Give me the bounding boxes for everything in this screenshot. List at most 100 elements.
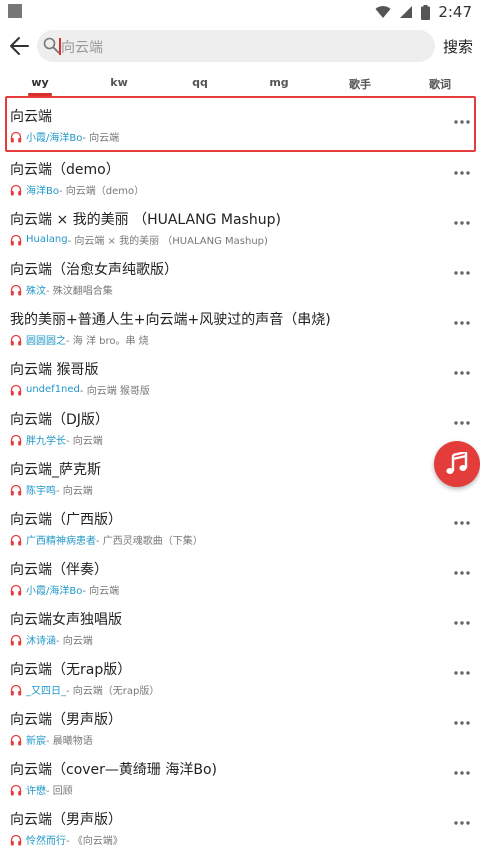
notification-icon [8, 4, 22, 18]
song-meta: 圆圆圆之 - 海 洋 bro。串 烧 [10, 332, 149, 347]
song-title: 向云端（广西版） [10, 512, 122, 528]
song-album: - 《向云端》 [66, 836, 123, 847]
song-title: 向云端（无rap版） [10, 662, 132, 678]
song-meta: 怜然而行 - 《向云端》 [10, 832, 123, 847]
song-meta: undef1ned - 向云端 猴哥版 [10, 382, 150, 397]
song-item[interactable]: 向云端（男声版） 怜然而行 - 《向云端》 [0, 802, 480, 852]
song-item[interactable]: 向云端（伴奏） 小霞/海洋Bo - 向云端 [0, 552, 480, 602]
song-title: 向云端（cover—黄绮珊 海洋Bo) [10, 762, 217, 778]
song-artist: 广西精神病患者 [26, 536, 96, 547]
song-album: - 向云端 [66, 436, 103, 447]
search-button[interactable]: 搜索 [443, 36, 473, 57]
now-playing-button[interactable] [434, 441, 480, 487]
more-options-icon[interactable] [454, 671, 470, 675]
song-item[interactable]: 向云端（治愈女声纯歌版） 殊汶 - 殊汶翻唱合集 [0, 252, 480, 302]
song-item[interactable]: 向云端_萨克斯 陈宇鸣 - 向云端 [0, 452, 480, 502]
song-meta: _又四日_ - 向云端（无rap版） [10, 682, 159, 697]
status-time: 2:47 [438, 3, 472, 21]
more-options-icon[interactable] [454, 521, 470, 525]
song-meta: 小霞/海洋Bo - 向云端 [10, 129, 119, 144]
song-title: 向云端（男声版） [10, 712, 122, 728]
song-artist: 许懋 [26, 786, 46, 797]
tab-lyrics[interactable]: 歌词 [429, 76, 451, 92]
song-meta: 陈宇鸣 - 向云端 [10, 482, 93, 497]
more-options-icon[interactable] [454, 171, 470, 175]
song-artist: _又四日_ [26, 686, 66, 697]
song-item[interactable]: 向云端（男声版） 新宸 - 晨曦物语 [0, 702, 480, 752]
headphones-icon [10, 284, 22, 296]
search-input[interactable]: 向云端 [37, 30, 435, 62]
song-meta: 小霞/海洋Bo - 向云端 [10, 582, 119, 597]
signal-icon [399, 5, 413, 19]
tab-kw[interactable]: kw [110, 76, 127, 89]
headphones-icon [10, 784, 22, 796]
song-title: 向云端 × 我的美丽 （HUALANG Mashup) [10, 212, 281, 228]
song-album: - 向云端 [82, 586, 120, 597]
more-options-icon[interactable] [454, 321, 470, 325]
song-item[interactable]: 向云端女声独唱版 沐诗涵 - 向云端 [0, 602, 480, 652]
more-options-icon[interactable] [454, 271, 470, 275]
song-meta: 广西精神病患者 - 广西灵魂歌曲（下集） [10, 532, 203, 547]
wifi-icon [375, 5, 391, 19]
song-item[interactable]: 向云端（demo） 海洋Bo - 向云端（demo） [0, 152, 480, 202]
song-item[interactable]: 向云端（无rap版） _又四日_ - 向云端（无rap版） [0, 652, 480, 702]
more-options-icon[interactable] [454, 221, 470, 225]
song-meta: 殊汶 - 殊汶翻唱合集 [10, 282, 113, 297]
search-icon [43, 37, 60, 54]
song-artist: 怜然而行 [26, 836, 66, 847]
song-title: 向云端 猴哥版 [10, 362, 99, 378]
headphones-icon [10, 634, 22, 646]
headphones-icon [10, 584, 22, 596]
song-album: - 晨曦物语 [46, 736, 93, 747]
headphones-icon [10, 834, 22, 846]
song-meta: 新宸 - 晨曦物语 [10, 732, 93, 747]
headphones-icon [10, 434, 22, 446]
song-meta: Hualang - 向云端 × 我的美丽 （HUALANG Mashup) [10, 232, 268, 247]
song-artist: 圆圆圆之 [26, 336, 66, 347]
song-title: 向云端（伴奏） [10, 562, 108, 578]
source-tabs: wy kw qq mg 歌手 歌词 [0, 70, 480, 96]
headphones-icon [10, 334, 22, 346]
headphones-icon [10, 684, 22, 696]
more-options-icon[interactable] [454, 621, 470, 625]
headphones-icon [10, 184, 22, 196]
song-item[interactable]: 向云端（DJ版） 胖九学长 - 向云端 [0, 402, 480, 452]
headphones-icon [10, 534, 22, 546]
song-meta: 许懋 - 回顾 [10, 782, 73, 797]
song-artist: 陈宇鸣 [26, 486, 56, 497]
more-options-icon[interactable] [454, 421, 470, 425]
more-options-icon[interactable] [454, 721, 470, 725]
song-item[interactable]: 向云端（cover—黄绮珊 海洋Bo) 许懋 - 回顾 [0, 752, 480, 802]
song-item[interactable]: 向云端（广西版） 广西精神病患者 - 广西灵魂歌曲（下集） [0, 502, 480, 552]
song-title: 向云端（DJ版） [10, 412, 109, 428]
more-options-icon[interactable] [454, 771, 470, 775]
song-item[interactable]: 我的美丽+普通人生+向云端+风驶过的声音（串烧) 圆圆圆之 - 海 洋 bro。… [0, 302, 480, 352]
headphones-icon [10, 484, 22, 496]
more-options-icon[interactable] [454, 821, 470, 825]
song-item[interactable]: 向云端 小霞/海洋Bo - 向云端 [5, 96, 476, 152]
headphones-icon [10, 234, 22, 246]
song-artist: Hualang [26, 234, 68, 245]
more-options-icon[interactable] [454, 371, 470, 375]
song-artist: undef1ned [26, 384, 80, 395]
back-arrow-icon [10, 37, 29, 55]
more-options-icon[interactable] [454, 571, 470, 575]
battery-icon [421, 4, 431, 20]
music-note-icon [446, 452, 468, 474]
more-options-icon[interactable] [454, 120, 470, 124]
song-item[interactable]: 向云端 × 我的美丽 （HUALANG Mashup) Hualang - 向云… [0, 202, 480, 252]
song-album: - 向云端（demo） [58, 186, 145, 197]
song-album: - 向云端 [56, 636, 93, 647]
tab-mg[interactable]: mg [269, 76, 288, 89]
song-meta: 沐诗涵 - 向云端 [10, 632, 93, 647]
song-item[interactable]: 向云端 猴哥版 undef1ned - 向云端 猴哥版 [0, 352, 480, 402]
song-meta: 海洋Bo - 向云端（demo） [10, 182, 144, 197]
song-list: 向云端 小霞/海洋Bo - 向云端 向云端（demo） 海洋Bo - 向云端（d… [0, 96, 480, 852]
back-button[interactable] [6, 32, 34, 60]
tab-singer[interactable]: 歌手 [349, 76, 371, 92]
song-title: 向云端（治愈女声纯歌版） [10, 262, 178, 278]
tab-qq[interactable]: qq [192, 76, 208, 89]
tab-wy[interactable]: wy [31, 76, 48, 89]
song-album: - 向云端 × 我的美丽 （HUALANG Mashup) [67, 236, 268, 247]
song-title: 我的美丽+普通人生+向云端+风驶过的声音（串烧) [10, 312, 331, 328]
